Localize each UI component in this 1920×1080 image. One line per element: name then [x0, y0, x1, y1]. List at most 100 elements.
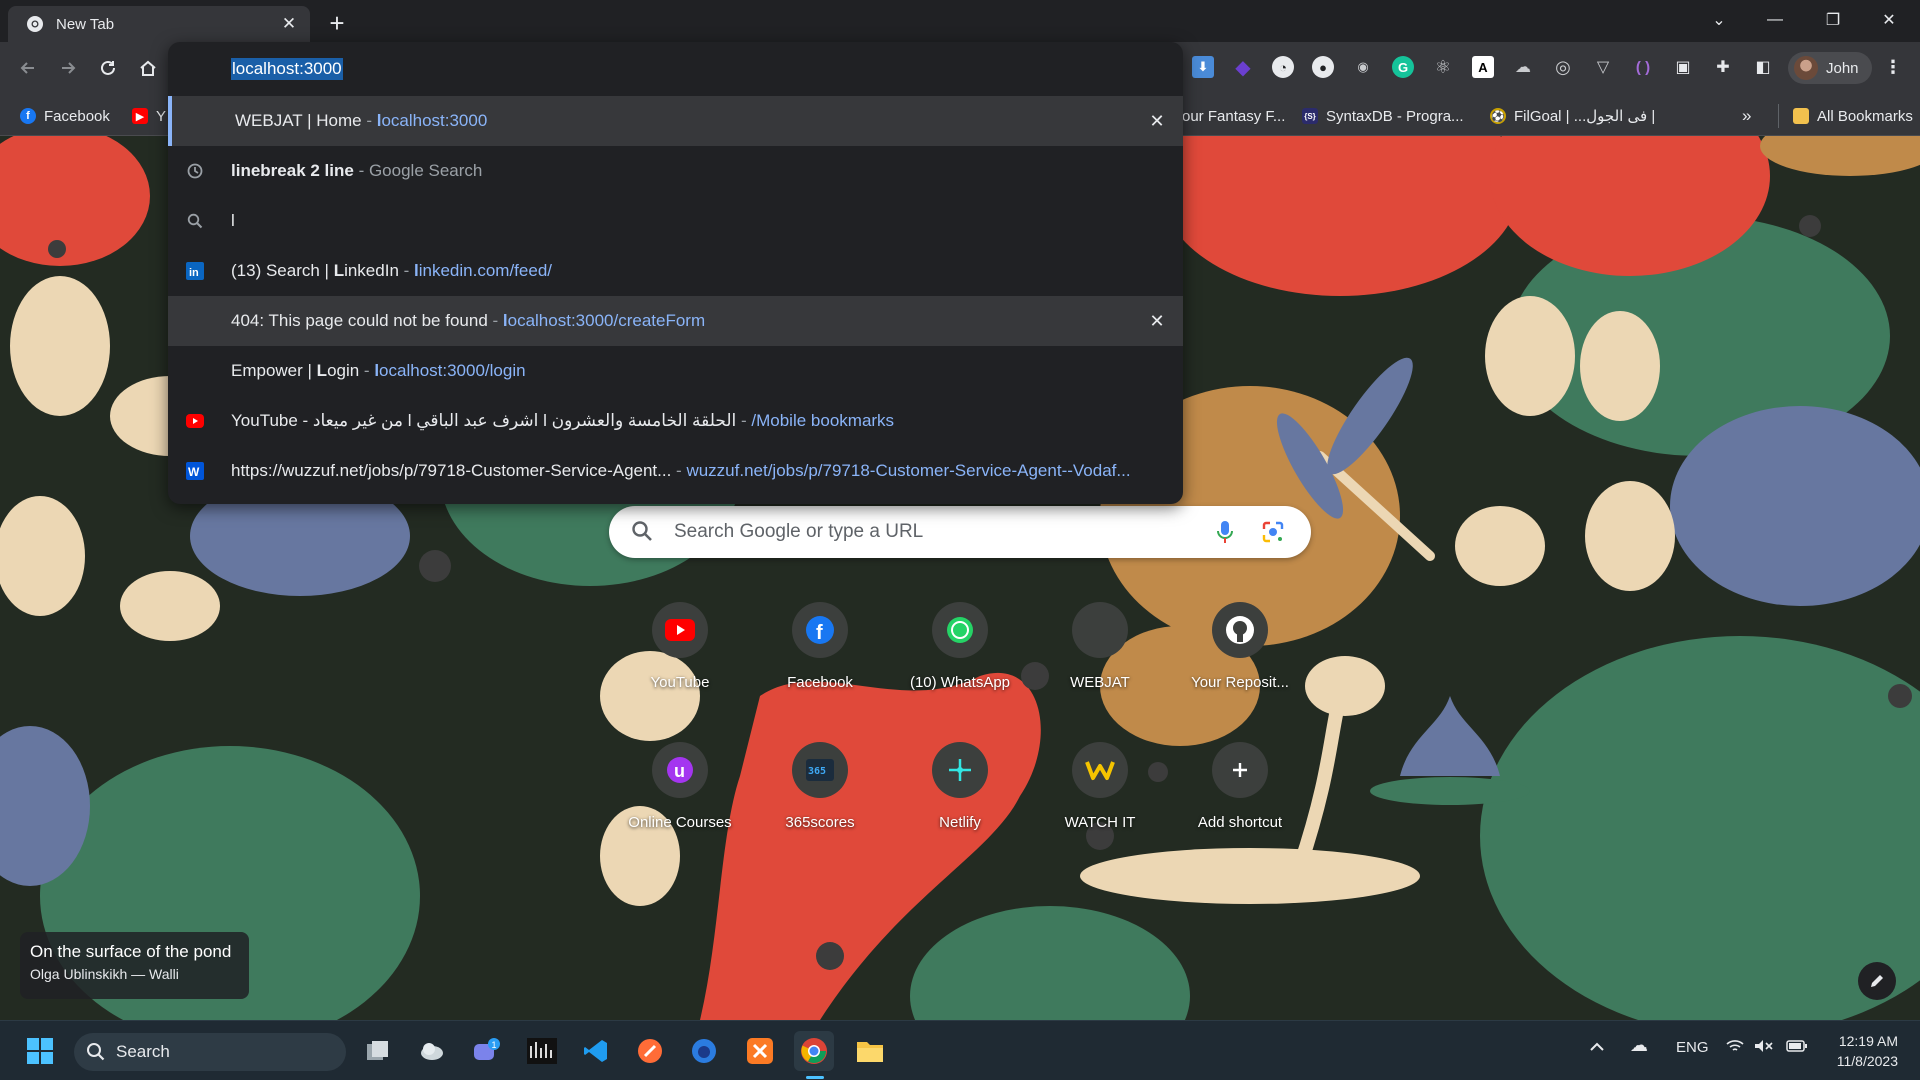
voice-search-icon[interactable] — [1215, 520, 1235, 549]
shortcut-netlify[interactable]: Netlify — [890, 742, 1030, 862]
all-bookmarks-button[interactable]: All Bookmarks — [1778, 104, 1913, 128]
crystal-extension-icon[interactable]: ◆ — [1232, 56, 1254, 79]
show-hidden-icons-button[interactable] — [1590, 1039, 1604, 1056]
taskbar-search[interactable]: Search — [74, 1033, 346, 1071]
shortcut-facebook[interactable]: f Facebook — [750, 602, 890, 722]
whatsapp-icon — [932, 602, 988, 658]
bookmark-syntaxdb[interactable]: {S} SyntaxDB - Progra... — [1302, 104, 1464, 128]
remove-suggestion-icon[interactable]: ✕ — [1145, 109, 1169, 133]
home-icon — [140, 60, 156, 76]
code-extension-icon[interactable]: ( ) — [1632, 56, 1654, 78]
bookmark-label: Facebook — [44, 107, 110, 125]
svg-text:W: W — [188, 465, 200, 479]
windows-start-icon[interactable] — [20, 1031, 60, 1071]
teams-chat-icon[interactable]: 1 — [466, 1031, 506, 1071]
firefox-developer-icon[interactable] — [684, 1031, 724, 1071]
chrome-taskbar-icon[interactable] — [794, 1031, 834, 1071]
tab-close-icon[interactable]: ✕ — [278, 13, 300, 35]
new-tab-button[interactable]: + — [322, 8, 352, 38]
shortcut-whatsapp[interactable]: (10) WhatsApp — [890, 602, 1030, 722]
profile-button[interactable]: John — [1788, 52, 1872, 84]
suggestion-wuzzuf[interactable]: W https://wuzzuf.net/jobs/p/79718-Custom… — [168, 446, 1183, 496]
language-indicator[interactable]: ENG — [1676, 1039, 1709, 1056]
suggestion-separator: - — [359, 361, 375, 380]
font-extension-icon[interactable]: A — [1472, 56, 1494, 78]
postman-icon[interactable] — [630, 1031, 670, 1071]
suggestion-webjat-home[interactable]: WEBJAT | Home - localhost:3000 ✕ — [168, 96, 1183, 146]
address-bar-input[interactable]: localhost:3000 — [168, 42, 1183, 96]
widgets-icon[interactable] — [412, 1031, 452, 1071]
suggestion-search-l[interactable]: l — [168, 196, 1183, 246]
cloud-extension-icon[interactable]: ☁ — [1512, 56, 1534, 78]
shortcut-label: WATCH IT — [1064, 814, 1136, 831]
tab-new-tab[interactable]: New Tab ✕ — [8, 6, 310, 42]
restore-button[interactable]: ❐ — [1806, 0, 1860, 40]
ntp-search-box[interactable]: Search Google or type a URL — [609, 506, 1311, 558]
minimize-button[interactable]: — — [1748, 0, 1802, 40]
suggestion-create-form[interactable]: 404: This page could not be found - loca… — [168, 296, 1183, 346]
battery-icon[interactable] — [1786, 1039, 1808, 1057]
grammarly-icon[interactable]: G — [1392, 56, 1414, 78]
file-explorer-icon[interactable] — [850, 1031, 890, 1071]
suggestion-empower-login[interactable]: Empower | Login - localhost:3000/login — [168, 346, 1183, 396]
kebab-menu-icon[interactable]: ⋮ — [1882, 56, 1904, 78]
shortcut-watch-it[interactable]: WATCH IT — [1030, 742, 1170, 862]
remove-suggestion-icon[interactable]: ✕ — [1145, 309, 1169, 333]
task-view-icon[interactable] — [358, 1031, 398, 1071]
close-window-button[interactable]: ✕ — [1862, 0, 1916, 40]
vue-devtools-icon[interactable]: ▽ — [1592, 56, 1614, 78]
profile-name: John — [1826, 59, 1859, 77]
shortcut-365scores[interactable]: 365 365scores — [750, 742, 890, 862]
suggestion-linkedin[interactable]: in (13) Search | LinkedIn - linkedin.com… — [168, 246, 1183, 296]
bookmark-label: SyntaxDB - Progra... — [1326, 107, 1464, 125]
onedrive-icon[interactable]: ☁ — [1630, 1035, 1648, 1056]
extensions-puzzle-icon[interactable]: ✚ — [1712, 56, 1734, 78]
download-extension-icon[interactable]: ⬇ — [1192, 56, 1214, 78]
bookmarks-overflow-button[interactable]: » — [1742, 104, 1751, 128]
facebook-icon: f — [20, 108, 36, 124]
youtube-icon: ▶ — [132, 108, 148, 124]
ntp-search-placeholder: Search Google or type a URL — [674, 521, 924, 542]
reload-button[interactable] — [92, 52, 124, 84]
plus-icon — [1212, 742, 1268, 798]
shortcut-online-courses[interactable]: u Online Courses — [610, 742, 750, 862]
bookmark-youtube[interactable]: ▶ Y — [132, 104, 166, 128]
shortcut-youtube[interactable]: YouTube — [610, 602, 750, 722]
suggestion-separator: - — [353, 161, 369, 180]
filgoal-icon: ⚽ — [1490, 108, 1506, 124]
camera-extension-icon[interactable]: ◉ — [1352, 56, 1374, 78]
tab-search-dropdown-button[interactable]: ⌄ — [1692, 0, 1746, 40]
mixer-app-icon[interactable] — [522, 1031, 562, 1071]
speed-extension-icon[interactable]: ◔ — [1272, 56, 1294, 78]
wifi-icon[interactable] — [1726, 1039, 1744, 1056]
bookmark-facebook[interactable]: f Facebook — [20, 104, 110, 128]
bookmark-filgoal[interactable]: ⚽ FilGoal | ...فى الجول | — [1490, 104, 1655, 128]
customize-chrome-button[interactable] — [1858, 962, 1896, 1000]
forward-button[interactable] — [52, 52, 84, 84]
bookmark-fantasy[interactable]: our Fantasy F... — [1182, 104, 1285, 128]
react-devtools-icon[interactable]: ⚛ — [1432, 56, 1454, 78]
tab-title: New Tab — [56, 15, 115, 33]
record-extension-icon[interactable]: ● — [1312, 56, 1334, 78]
suggestion-youtube-bookmark[interactable]: YouTube - من غير ميعاد l اشرف عبد الباقي… — [168, 396, 1183, 446]
suggestion-source: Google Search — [368, 161, 483, 180]
suggestion-history-search[interactable]: linebreak 2 line - Google Search — [168, 146, 1183, 196]
home-button[interactable] — [132, 52, 164, 84]
google-lens-icon[interactable] — [1261, 520, 1285, 549]
xampp-icon[interactable] — [740, 1031, 780, 1071]
search-icon — [87, 1043, 105, 1061]
shortcut-webjat[interactable]: WEBJAT — [1030, 602, 1170, 722]
volume-muted-icon[interactable] — [1754, 1039, 1774, 1057]
system-clock[interactable]: 12:19 AM 11/8/2023 — [1828, 1031, 1898, 1071]
background-attribution[interactable]: On the surface of the pond Olga Ublinski… — [20, 932, 249, 999]
shortcut-github[interactable]: Your Reposit... — [1170, 602, 1310, 722]
side-panel-icon[interactable]: ◧ — [1752, 56, 1774, 78]
add-shortcut-button[interactable]: Add shortcut — [1170, 742, 1310, 862]
suggestion-separator: - — [361, 111, 377, 130]
target-extension-icon[interactable]: ◎ — [1552, 56, 1574, 78]
vscode-icon[interactable] — [576, 1031, 616, 1071]
back-button[interactable] — [12, 52, 44, 84]
picture-in-picture-icon[interactable]: ▣ — [1672, 56, 1694, 78]
suggestion-separator: - — [487, 311, 503, 330]
udemy-icon: u — [652, 742, 708, 798]
